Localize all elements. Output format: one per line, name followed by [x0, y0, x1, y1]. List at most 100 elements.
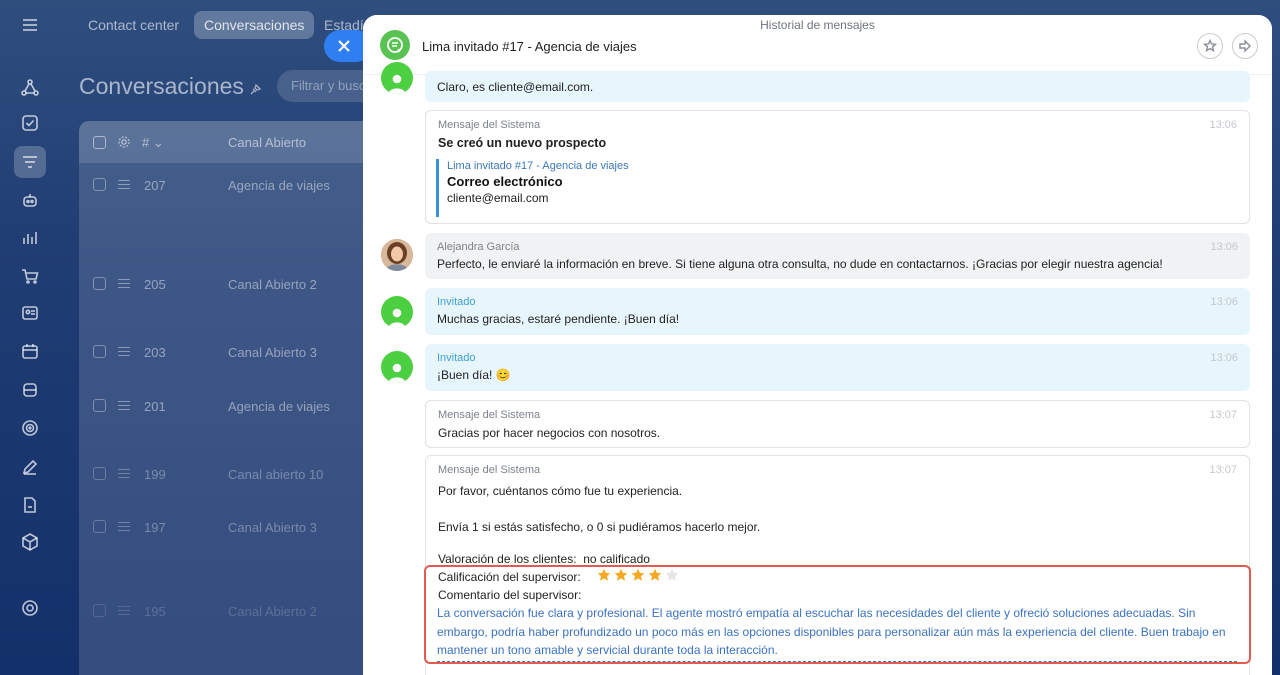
message-time: 13:06: [1210, 352, 1238, 364]
tasks-icon[interactable]: [14, 107, 46, 139]
row-channel[interactable]: Agencia de viajes: [228, 399, 330, 414]
calendar-icon[interactable]: [14, 335, 46, 367]
message-text: Claro, es cliente@email.com.: [437, 80, 594, 94]
lead-link[interactable]: Lima invitado #17 - Agencia de viajes: [447, 160, 916, 172]
column-header-channel[interactable]: Canal Abierto: [228, 135, 306, 150]
row-checkbox[interactable]: [93, 604, 106, 617]
client-message: Invitado 13:06 Muchas gracias, estaré pe…: [425, 288, 1250, 335]
settings-icon[interactable]: [14, 592, 46, 624]
message-author: Invitado: [437, 352, 476, 364]
pin-icon[interactable]: [249, 82, 263, 96]
star-icon: [597, 568, 611, 581]
supervisor-comment-label: Comentario del supervisor:: [438, 588, 582, 602]
row-menu-icon[interactable]: [118, 279, 130, 288]
message-author: Mensaje del Sistema: [438, 119, 541, 131]
favorite-button[interactable]: [1197, 33, 1223, 59]
menu-icon[interactable]: [14, 9, 46, 41]
pen-icon[interactable]: [14, 451, 46, 483]
filter-funnel-icon[interactable]: [14, 146, 46, 178]
message-author: Mensaje del Sistema: [438, 464, 541, 476]
row-checkbox[interactable]: [93, 345, 106, 358]
quote-value: cliente@email.com: [447, 191, 549, 205]
target-icon[interactable]: [14, 412, 46, 444]
row-channel[interactable]: Canal Abierto 3: [228, 520, 317, 535]
message-text: ¡Buen día! 😊: [437, 368, 511, 382]
panel-caption: Historial de mensajes: [760, 18, 875, 32]
robot-icon[interactable]: [14, 184, 46, 216]
forward-button[interactable]: [1232, 33, 1258, 59]
row-channel[interactable]: Canal Abierto 2: [228, 604, 317, 619]
supervisor-stars: [597, 568, 679, 582]
panel-title: Lima invitado #17 - Agencia de viajes: [422, 39, 637, 54]
message-heading: Se creó un nuevo prospecto: [438, 136, 607, 150]
message-text: Muchas gracias, estaré pendiente. ¡Buen …: [437, 312, 680, 326]
supervisor-comment[interactable]: La conversación fue clara y profesional.…: [437, 604, 1237, 662]
row-menu-icon[interactable]: [118, 606, 130, 615]
chart-icon[interactable]: [14, 222, 46, 254]
row-menu-icon[interactable]: [118, 522, 130, 531]
row-channel[interactable]: Canal Abierto 3: [228, 345, 317, 360]
tab-conversaciones[interactable]: Conversaciones: [194, 11, 315, 39]
operator-message: Alejandra García 13:06 Perfecto, le envi…: [425, 233, 1250, 279]
cart-icon[interactable]: [14, 260, 46, 292]
message-text: Perfecto, le enviaré la información en b…: [437, 257, 1163, 271]
lead-quote: Lima invitado #17 - Agencia de viajes Co…: [436, 159, 916, 217]
star-icon: [631, 568, 645, 581]
row-id: 195: [144, 604, 166, 619]
client-message: Invitado 13:06 ¡Buen día! 😊: [425, 344, 1250, 391]
row-channel[interactable]: Agencia de viajes: [228, 178, 330, 193]
supervisor-rating-label: Calificación del supervisor:: [438, 570, 581, 584]
document-sign-icon[interactable]: [14, 489, 46, 521]
message-time: 13:06: [1209, 119, 1237, 131]
guest-avatar: [381, 296, 413, 328]
conversations-table: # ⌄ Canal Abierto 207 Agencia de viajes …: [79, 121, 379, 675]
row-menu-icon[interactable]: [118, 469, 130, 478]
row-channel[interactable]: Canal abierto 10: [228, 467, 323, 482]
box-icon[interactable]: [14, 526, 46, 558]
customer-rating-label: Valoración de los clientes:: [438, 552, 577, 566]
select-all-checkbox[interactable]: [93, 136, 106, 149]
guest-avatar: [381, 62, 413, 94]
row-checkbox[interactable]: [93, 520, 106, 533]
quote-title: Correo electrónico: [447, 174, 563, 189]
storage-icon[interactable]: [14, 374, 46, 406]
row-id: 203: [144, 345, 166, 360]
contact-card-icon[interactable]: [14, 297, 46, 329]
row-id: 199: [144, 467, 166, 482]
star-icon: [614, 568, 628, 581]
system-message: Mensaje del Sistema 13:07 Gracias por ha…: [425, 400, 1250, 448]
message-time: 13:07: [1209, 409, 1237, 421]
gear-icon[interactable]: [117, 135, 131, 149]
row-checkbox[interactable]: [93, 399, 106, 412]
star-icon: [665, 568, 679, 581]
message-text: Gracias por hacer negocios con nosotros.: [438, 426, 661, 440]
close-icon: [338, 40, 350, 52]
system-message: Mensaje del Sistema 13:06 Se creó un nue…: [425, 110, 1250, 224]
message-history-panel: Historial de mensajes Lima invitado #17 …: [363, 15, 1272, 675]
column-header-number[interactable]: # ⌄: [142, 135, 164, 151]
star-icon: [1203, 39, 1217, 53]
row-menu-icon[interactable]: [118, 180, 130, 189]
operator-avatar: [381, 239, 413, 271]
row-menu-icon[interactable]: [118, 401, 130, 410]
row-checkbox[interactable]: [93, 178, 106, 191]
message-line: Envía 1 si estás satisfecho, o 0 si pudi…: [438, 520, 761, 534]
row-menu-icon[interactable]: [118, 347, 130, 356]
message-list: Claro, es cliente@email.com. Mensaje del…: [363, 62, 1272, 675]
row-checkbox[interactable]: [93, 467, 106, 480]
message-time: 13:06: [1210, 241, 1238, 253]
row-id: 201: [144, 399, 166, 414]
client-message: Claro, es cliente@email.com.: [425, 71, 1250, 102]
customer-rating-value: no calificado: [583, 552, 650, 566]
row-channel[interactable]: Canal Abierto 2: [228, 277, 317, 292]
network-icon[interactable]: [14, 72, 46, 104]
customer-rating: Valoración de los clientes: no calificad…: [438, 552, 650, 566]
message-time: 13:06: [1210, 296, 1238, 308]
row-checkbox[interactable]: [93, 277, 106, 290]
row-id: 207: [144, 178, 166, 193]
left-rail: [0, 0, 62, 675]
panel-header: Historial de mensajes Lima invitado #17 …: [363, 15, 1272, 75]
tab-contact-center[interactable]: Contact center: [78, 11, 189, 39]
row-id: 205: [144, 277, 166, 292]
message-author: Invitado: [437, 296, 476, 308]
